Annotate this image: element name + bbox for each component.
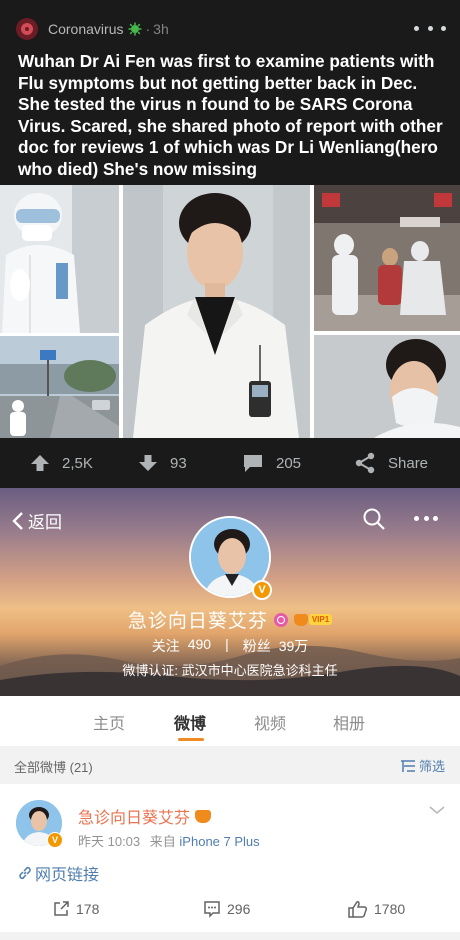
tab-albums[interactable]: 相册 xyxy=(333,710,365,734)
comment-count: 205 xyxy=(276,454,302,472)
post-time: 昨天 10:03 xyxy=(78,834,141,849)
following-count[interactable]: 490 xyxy=(188,636,211,656)
photo-protective-gear xyxy=(0,185,119,333)
photo-masked-doctor xyxy=(314,335,460,438)
downvote-button[interactable]: 93 xyxy=(138,438,187,488)
subreddit-avatar-icon[interactable] xyxy=(16,18,38,40)
all-posts-count: 全部微博 (21) xyxy=(14,760,93,775)
post-meta: 昨天 10:03 来自 iPhone 7 Plus xyxy=(78,831,260,850)
repost-count: 178 xyxy=(76,901,100,917)
vip-crown-icon xyxy=(293,613,308,626)
reddit-post-card: Coronavirus · 3h Wuhan Dr Ai Fen was fir… xyxy=(0,0,460,488)
stats-divider: | xyxy=(225,636,229,652)
vip-badge[interactable]: VIP1 xyxy=(293,613,333,626)
back-button[interactable]: 返回 xyxy=(12,508,62,533)
chevron-left-icon xyxy=(12,511,23,530)
search-icon[interactable] xyxy=(362,507,386,531)
feed-divider xyxy=(0,932,460,940)
comment-icon xyxy=(204,901,220,918)
post-author[interactable]: 急诊向日葵艾芬 xyxy=(78,804,212,828)
post-source-device[interactable]: iPhone 7 Plus xyxy=(179,834,259,849)
post-title[interactable]: Wuhan Dr Ai Fen was first to examine pat… xyxy=(18,51,448,180)
photo-street-scene xyxy=(0,336,119,438)
repost-button[interactable]: 178 xyxy=(52,900,99,918)
meta-separator: · xyxy=(145,21,151,37)
share-icon xyxy=(355,452,375,474)
downvote-count: 93 xyxy=(170,454,187,472)
like-button[interactable]: 1780 xyxy=(348,900,405,918)
virus-flair-icon xyxy=(128,22,142,36)
filter-label: 筛选 xyxy=(419,759,446,774)
web-link[interactable]: 网页链接 xyxy=(18,861,99,885)
active-tab-indicator xyxy=(178,738,204,741)
female-gender-icon xyxy=(273,612,288,627)
profile-tabs: 主页 微博 视频 相册 xyxy=(0,696,460,746)
photo-doctor-portrait xyxy=(123,185,310,438)
profile-name-row: 急诊向日葵艾芬 VIP1 xyxy=(0,606,460,633)
back-label: 返回 xyxy=(28,513,62,532)
tab-home[interactable]: 主页 xyxy=(93,710,125,734)
post-header: Coronavirus · 3h xyxy=(16,16,446,42)
vip-level: VIP1 xyxy=(308,614,333,625)
downvote-icon xyxy=(139,455,157,471)
following-label[interactable]: 关注 xyxy=(152,636,180,656)
post-action-bar: 178 296 1780 xyxy=(0,896,460,926)
upvote-button[interactable]: 2,5K xyxy=(30,438,93,488)
comment-count: 296 xyxy=(227,901,251,917)
feed-filter-bar: 全部微博 (21) 筛选 xyxy=(0,746,460,784)
post-source-prefix: 来自 xyxy=(149,834,176,849)
upvote-icon xyxy=(31,455,49,471)
verified-badge: V xyxy=(252,580,272,600)
post-age: 3h xyxy=(153,21,169,37)
link-icon xyxy=(19,866,31,880)
subreddit-name[interactable]: Coronavirus xyxy=(48,21,123,37)
verification-text: 微博认证: 武汉市中心医院急诊科主任 xyxy=(122,663,338,678)
fans-label[interactable]: 粉丝 xyxy=(243,636,271,656)
chevron-down-icon[interactable] xyxy=(428,804,446,816)
weibo-profile-header: 返回 V 急诊向日葵艾芬 VIP1 关注 490 | 粉丝 39万 微博认证: … xyxy=(0,488,460,696)
comment-button[interactable]: 296 xyxy=(203,900,250,918)
profile-stats: 关注 490 | 粉丝 39万 xyxy=(0,636,460,656)
web-link-label: 网页链接 xyxy=(35,867,100,884)
profile-name: 急诊向日葵艾芬 xyxy=(127,611,268,632)
comments-button[interactable]: 205 xyxy=(242,438,301,488)
tab-videos[interactable]: 视频 xyxy=(254,710,286,734)
repost-icon xyxy=(54,901,69,916)
post-author-name: 急诊向日葵艾芬 xyxy=(78,810,191,827)
more-dots-icon[interactable] xyxy=(414,516,438,522)
photo-hospital-interior xyxy=(314,185,460,331)
tab-weibo[interactable]: 微博 xyxy=(174,710,206,734)
like-count: 1780 xyxy=(374,901,406,917)
post-verified-badge: V xyxy=(47,832,63,848)
filter-button[interactable]: 筛选 xyxy=(400,756,445,775)
fans-count[interactable]: 39万 xyxy=(279,636,309,656)
upvote-count: 2,5K xyxy=(62,454,93,472)
filter-icon xyxy=(401,759,415,772)
share-button[interactable]: Share xyxy=(354,438,428,488)
post-action-bar: 2,5K 93 205 Share xyxy=(0,438,460,488)
post-image-collage[interactable] xyxy=(0,185,460,438)
comment-icon xyxy=(244,455,262,472)
share-label: Share xyxy=(388,454,429,472)
weibo-post[interactable]: V 急诊向日葵艾芬 昨天 10:03 来自 iPhone 7 Plus 网页链接… xyxy=(0,784,460,932)
more-dots-icon[interactable] xyxy=(414,18,446,38)
thumbs-up-icon xyxy=(348,901,368,918)
vip-crown-icon xyxy=(195,809,212,823)
